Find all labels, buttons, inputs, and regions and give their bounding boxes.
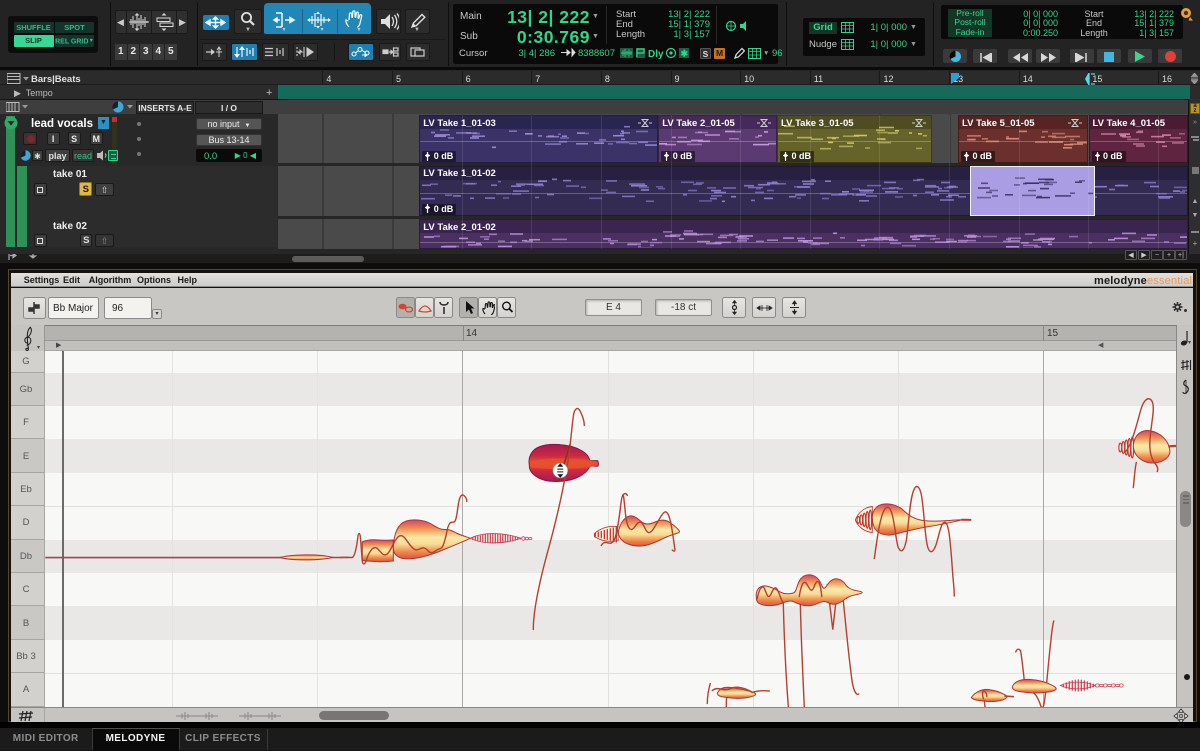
svg-text:Dly: Dly: [648, 49, 664, 59]
svg-text:✱: ✱: [681, 49, 689, 59]
